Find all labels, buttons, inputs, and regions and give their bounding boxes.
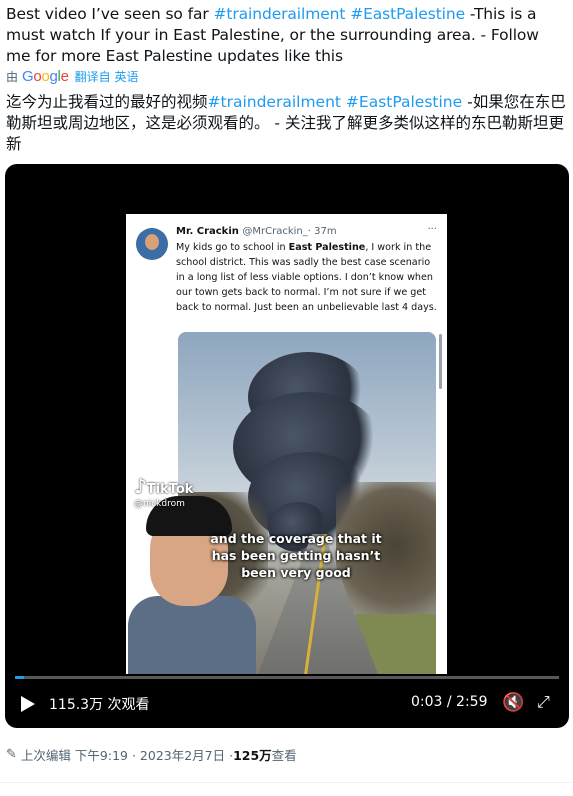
post-timestamp: 下午9:19 · 2023年2月7日 · (74, 747, 234, 763)
view-count-total: 125万 (233, 747, 272, 763)
embedded-tweet-body: My kids go to school in East Palestine, … (176, 240, 438, 315)
google-logo-letter: G (22, 67, 34, 85)
embedded-body-before: My kids go to school in (176, 242, 289, 253)
post-meta: ✎ 上次编辑 下午9:19 · 2023年2月7日 · 125万 查看 (6, 743, 297, 765)
view-count: 115.3万 次观看 (49, 697, 150, 713)
translation-attribution: 由 Google 翻译自 英语 (6, 67, 138, 85)
progress-fill (15, 676, 25, 679)
video-frame: Mr. Crackin @MrCrackin_· 37m ··· My kids… (126, 214, 447, 674)
progress-bar[interactable] (15, 676, 559, 679)
video-caption: and the coverage that it has been gettin… (210, 531, 382, 580)
video-controls: 115.3万 次观看 0:03 / 2:59 🔇 ⤢ (5, 686, 569, 726)
translated-from-link[interactable]: 翻译自 英语 (75, 68, 139, 85)
views-label: 查看 (271, 747, 297, 763)
divider (0, 782, 573, 783)
video-player[interactable]: Mr. Crackin @MrCrackin_· 37m ··· My kids… (5, 164, 569, 728)
translated-text-before: 迄今为止我看过的最好的视频 (6, 93, 208, 111)
scrollbar (439, 334, 442, 389)
more-icon: ··· (427, 224, 437, 235)
translated-text: 迄今为止我看过的最好的视频#trainderailment #EastPales… (6, 92, 568, 155)
embedded-body-bold: East Palestine (288, 242, 366, 253)
post-text: Best video I’ve seen so far #trainderail… (6, 4, 566, 67)
edit-icon: ✎ (6, 746, 17, 762)
hashtag-eastpalestine-cn[interactable]: #EastPalestine (346, 93, 462, 111)
last-edited-link[interactable]: 上次编辑 (21, 745, 71, 764)
google-logo-letter: o (41, 67, 50, 85)
play-icon[interactable] (21, 696, 35, 712)
volume-muted-icon[interactable]: 🔇 (502, 692, 524, 713)
tiktok-icon: ♪ (134, 474, 147, 498)
avatar (136, 228, 168, 260)
fullscreen-icon[interactable]: ⤢ (537, 692, 550, 712)
playback-time: 0:03 / 2:59 (411, 694, 488, 710)
hashtag-trainderailment[interactable]: #trainderailment (214, 5, 346, 23)
hashtag-trainderailment-cn[interactable]: #trainderailment (208, 93, 341, 111)
author-handle: @MrCrackin_ (242, 226, 308, 237)
tiktok-watermark: ♪TikTok @nickdrom (134, 476, 193, 509)
embedded-tweet-author: Mr. Crackin @MrCrackin_· 37m (176, 226, 337, 237)
presenter-shirt (128, 596, 256, 674)
tiktok-label: TikTok (146, 482, 194, 497)
tweet-age: · 37m (307, 226, 337, 237)
google-logo: Google (22, 68, 69, 85)
hashtag-eastpalestine[interactable]: #EastPalestine (350, 5, 465, 23)
presenter (128, 496, 256, 674)
google-logo-letter: e (60, 67, 69, 85)
post-text-before: Best video I’ve seen so far (6, 5, 214, 23)
translated-by-label: 由 (6, 69, 19, 84)
author-name: Mr. Crackin (176, 226, 239, 237)
google-logo-letter: o (33, 67, 42, 85)
tiktok-user: @nickdrom (134, 499, 185, 509)
google-logo-letter: g (49, 67, 58, 85)
